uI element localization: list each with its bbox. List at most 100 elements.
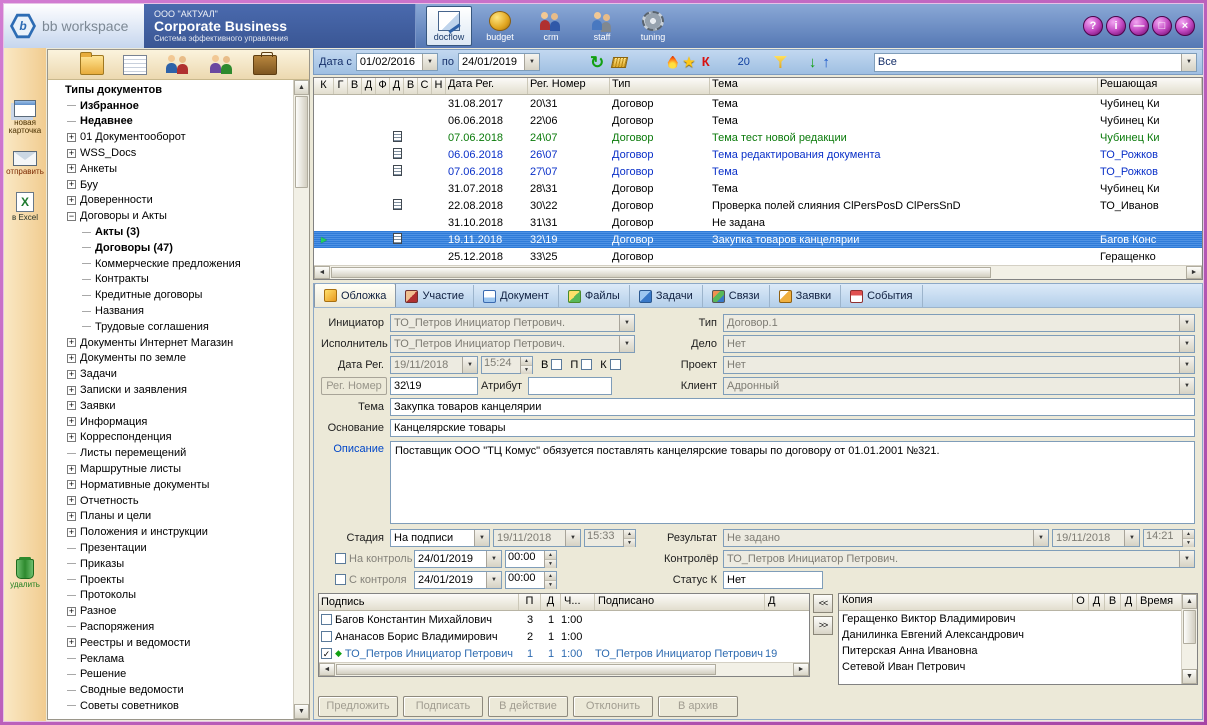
initiator-select[interactable]: ТО_Петров Инициатор Петрович. ▼	[390, 314, 635, 332]
dropdown-arrow-icon[interactable]: ▼	[1179, 378, 1194, 394]
tab-document[interactable]: Документ	[474, 285, 559, 307]
spinner-arrows-icon[interactable]: ▲▼	[544, 572, 556, 588]
scroll-right-icon[interactable]: ►	[793, 663, 809, 676]
column-header[interactable]: Тема	[710, 78, 1098, 94]
k-flag-checkbox[interactable]	[610, 359, 621, 370]
dropdown-arrow-icon[interactable]: ▼	[619, 315, 634, 331]
new-card-button[interactable]: новая карточка	[5, 100, 45, 135]
signature-row[interactable]: Багов Константин Михайлович 3 1 1:00	[319, 611, 809, 628]
dropdown-arrow-icon[interactable]: ▼	[1181, 54, 1196, 71]
description-field[interactable]: Поставщик ООО "ТЦ Комус" обязуется поста…	[390, 441, 1195, 524]
tree-item[interactable]: +Информация	[48, 414, 293, 430]
sign-column-header[interactable]: Подпись	[319, 594, 519, 610]
expand-plus-icon[interactable]: +	[67, 638, 76, 647]
result-date-picker[interactable]: 19/11/2018 ▼	[1052, 529, 1140, 547]
offcontrol-date-picker[interactable]: 24/01/2019 ▼	[414, 571, 502, 589]
sign-button[interactable]: Подписать	[403, 696, 483, 717]
delete-button[interactable]: удалить	[5, 559, 45, 589]
result-select[interactable]: Не задано ▼	[723, 529, 1049, 547]
refresh-icon[interactable]	[590, 54, 604, 71]
dropdown-arrow-icon[interactable]: ▼	[1033, 530, 1048, 546]
expand-plus-icon[interactable]: +	[67, 133, 76, 142]
tab-events[interactable]: События	[841, 285, 922, 307]
copy-row[interactable]: Сетевой Иван Петрович	[839, 659, 1181, 675]
dropdown-arrow-icon[interactable]: ▼	[422, 54, 437, 70]
regnum-button[interactable]: Рег. Номер	[321, 377, 387, 395]
flag-column-header[interactable]: Г	[334, 78, 348, 94]
expand-plus-icon[interactable]: +	[67, 370, 76, 379]
expand-plus-icon[interactable]: +	[67, 607, 76, 616]
tree-item[interactable]: +Корреспонденция	[48, 430, 293, 446]
tab-tasks[interactable]: Задачи	[630, 285, 703, 307]
sign-column-header[interactable]: Подписано	[595, 594, 765, 610]
expand-plus-icon[interactable]: +	[67, 433, 76, 442]
tree-item[interactable]: +Документы по земле	[48, 351, 293, 367]
expand-plus-icon[interactable]: +	[67, 164, 76, 173]
tab-participation[interactable]: Участие	[396, 285, 474, 307]
document-row[interactable]: 06.06.201822\06ДоговорТемаЧубинец Ки	[314, 112, 1202, 129]
signature-row[interactable]: Ананасов Борис Владимирович 2 1 1:00	[319, 628, 809, 645]
people-icon[interactable]	[166, 55, 190, 75]
copy-row[interactable]: Данилинка Евгений Александрович	[839, 627, 1181, 643]
signature-row[interactable]: ✓ ◆ ТО_Петров Инициатор Петрович 1 1 1:0…	[319, 645, 809, 662]
case-icon[interactable]	[253, 55, 277, 75]
star-icon[interactable]	[682, 55, 695, 70]
tree-item[interactable]: +Буу	[48, 177, 293, 193]
document-row[interactable]: 31.08.201720\31ДоговорТемаЧубинец Ки	[314, 95, 1202, 112]
copy-row[interactable]: Геращенко Виктор Владимирович	[839, 611, 1181, 627]
tree-item[interactable]: Избранное	[48, 98, 293, 114]
stage-select[interactable]: На подписи ▼	[390, 529, 490, 547]
expand-plus-icon[interactable]: +	[67, 354, 76, 363]
expand-plus-icon[interactable]: +	[67, 149, 76, 158]
tree-item[interactable]: Листы перемещений	[48, 445, 293, 461]
arrow-up-icon[interactable]	[822, 55, 830, 70]
funnel-icon[interactable]	[774, 56, 787, 68]
copy-column-header[interactable]: О	[1073, 594, 1089, 610]
signature-checkbox[interactable]: ✓	[321, 648, 332, 659]
signature-checkbox[interactable]	[321, 614, 332, 625]
module-crm[interactable]: crm	[528, 6, 574, 46]
tree-item[interactable]: −Договоры и Акты	[48, 208, 293, 224]
dropdown-arrow-icon[interactable]: ▼	[474, 530, 489, 546]
attribute-field[interactable]	[528, 377, 612, 395]
scope-select[interactable]: Все ▼	[874, 53, 1197, 72]
tree-item[interactable]: Кредитные договоры	[48, 287, 293, 303]
tree-item[interactable]: Приказы	[48, 556, 293, 572]
document-row[interactable]: 31.07.201828\31ДоговорТемаЧубинец Ки	[314, 180, 1202, 197]
copy-right-button[interactable]: >>	[813, 616, 833, 635]
flag-column-header[interactable]: В	[404, 78, 418, 94]
column-header[interactable]: Дата Рег.	[446, 78, 528, 94]
expand-plus-icon[interactable]: +	[67, 496, 76, 505]
arrow-down-icon[interactable]	[809, 55, 817, 70]
stage-time-spinner[interactable]: 15:33 ▲▼	[584, 529, 636, 547]
help-button[interactable]: ?	[1083, 16, 1103, 36]
stage-date-picker[interactable]: 19/11/2018 ▼	[493, 529, 581, 547]
copy-row[interactable]: Питерская Анна Ивановна	[839, 643, 1181, 659]
ruler-icon[interactable]	[611, 57, 628, 68]
propose-button[interactable]: Предложить	[318, 696, 398, 717]
project-select[interactable]: Нет ▼	[723, 356, 1195, 374]
client-select[interactable]: Адронный ▼	[723, 377, 1195, 395]
controller-select[interactable]: ТО_Петров Инициатор Петрович. ▼	[723, 550, 1195, 568]
document-row[interactable]: 06.06.201826\07ДоговорТема редактировани…	[314, 146, 1202, 163]
case-select[interactable]: Нет ▼	[723, 335, 1195, 353]
oncontrol-checkbox[interactable]	[335, 553, 346, 564]
scroll-down-icon[interactable]: ▼	[294, 704, 309, 719]
expand-plus-icon[interactable]: +	[67, 180, 76, 189]
scroll-left-icon[interactable]: ◄	[314, 266, 330, 279]
result-time-spinner[interactable]: 14:21 ▲▼	[1143, 529, 1195, 547]
scroll-down-icon[interactable]: ▼	[1182, 669, 1197, 684]
minimize-button[interactable]: —	[1129, 16, 1149, 36]
expand-plus-icon[interactable]: +	[67, 528, 76, 537]
document-row[interactable]: 25.12.201833\25ДоговорГеращенко	[314, 248, 1202, 265]
copy-column-header[interactable]: В	[1105, 594, 1121, 610]
flag-column-header[interactable]: К	[314, 78, 334, 94]
basis-field[interactable]: Канцелярские товары	[390, 419, 1195, 437]
dropdown-arrow-icon[interactable]: ▼	[565, 530, 580, 546]
executor-select[interactable]: ТО_Петров Инициатор Петрович. ▼	[390, 335, 635, 353]
tree-item[interactable]: +WSS_Docs	[48, 145, 293, 161]
copy-column-header[interactable]: Копия	[839, 594, 1073, 610]
spinner-arrows-icon[interactable]: ▲▼	[1182, 530, 1194, 546]
dropdown-arrow-icon[interactable]: ▼	[462, 357, 477, 373]
expand-plus-icon[interactable]: +	[67, 338, 76, 347]
